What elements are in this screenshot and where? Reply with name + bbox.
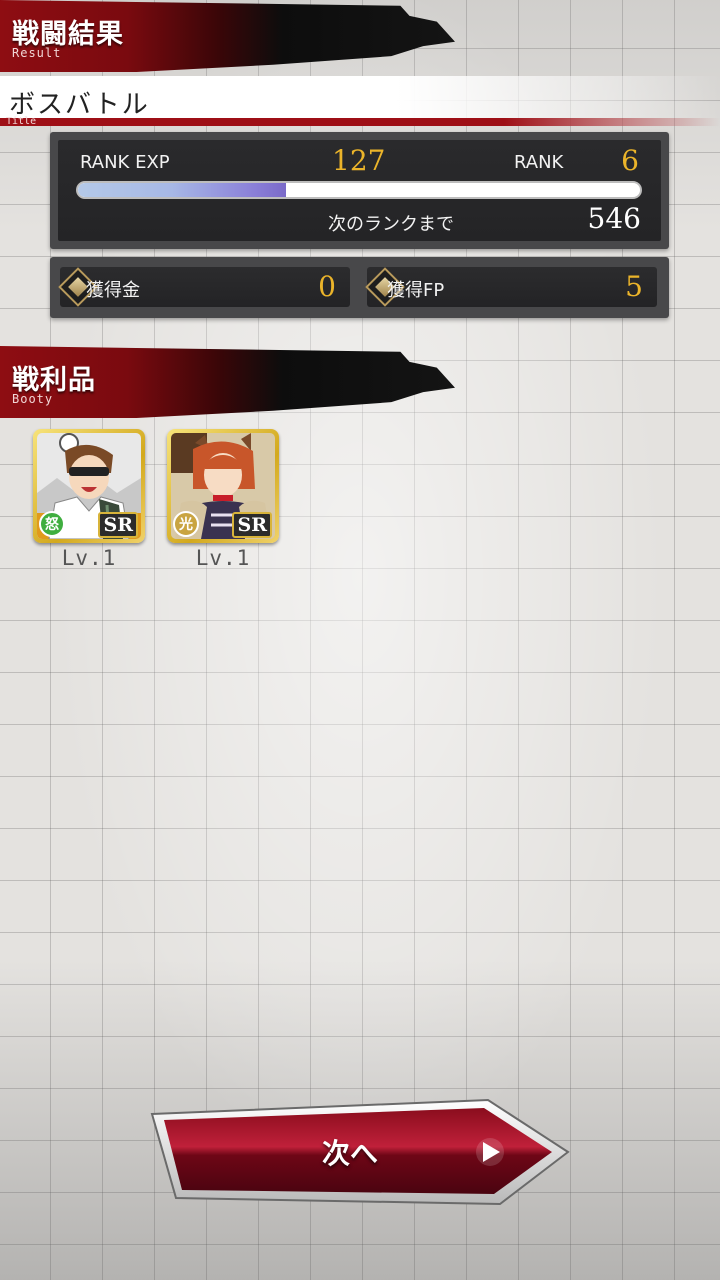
title-underline — [0, 118, 720, 126]
booty-level: Lv.1 — [61, 546, 117, 570]
reward-panel: 獲得金 0 獲得FP 5 — [50, 257, 669, 318]
exp-progress-fill — [78, 183, 286, 197]
result-subtitle: Result — [12, 46, 62, 60]
rarity-badge: SR — [232, 512, 272, 538]
rarity-badge: SR — [98, 512, 138, 538]
character-portrait: 怒 SR — [37, 433, 141, 539]
fp-value: 5 — [625, 270, 643, 303]
booty-banner: 戦利品 Booty — [0, 346, 455, 418]
money-label: 獲得金 — [86, 280, 140, 301]
booty-subtitle: Booty — [12, 392, 54, 406]
battle-title-bar: ボスバトル Title — [0, 76, 720, 127]
rank-exp-value: 127 — [332, 144, 386, 177]
next-rank-label: 次のランクまで — [328, 214, 454, 235]
rank-exp-label: RANK EXP — [80, 152, 170, 173]
fp-label: 獲得FP — [387, 280, 445, 301]
money-value: 0 — [318, 270, 336, 303]
character-portrait: 光 SR — [171, 433, 275, 539]
rank-panel: RANK EXP 127 RANK 6 次のランクまで 546 — [50, 132, 669, 249]
next-rank-value: 546 — [587, 202, 641, 235]
exp-progress-bar — [76, 181, 642, 199]
booty-level: Lv.1 — [195, 546, 251, 570]
title-caption: Title — [6, 116, 37, 127]
rank-label: RANK — [514, 152, 564, 173]
attribute-badge: 光 — [173, 511, 199, 537]
result-banner: 戦闘結果 Result — [0, 0, 455, 72]
next-button[interactable]: 次へ — [150, 1094, 570, 1206]
booty-card[interactable]: 怒 SR — [33, 429, 145, 543]
rank-value: 6 — [621, 144, 639, 177]
booty-card[interactable]: 光 SR — [167, 429, 279, 543]
fp-reward: 獲得FP 5 — [365, 267, 657, 307]
attribute-badge: 怒 — [39, 511, 65, 537]
money-reward: 獲得金 0 — [58, 267, 350, 307]
next-button-label: 次へ — [322, 1137, 379, 1170]
rank-panel-inner: RANK EXP 127 RANK 6 次のランクまで 546 — [58, 140, 661, 241]
